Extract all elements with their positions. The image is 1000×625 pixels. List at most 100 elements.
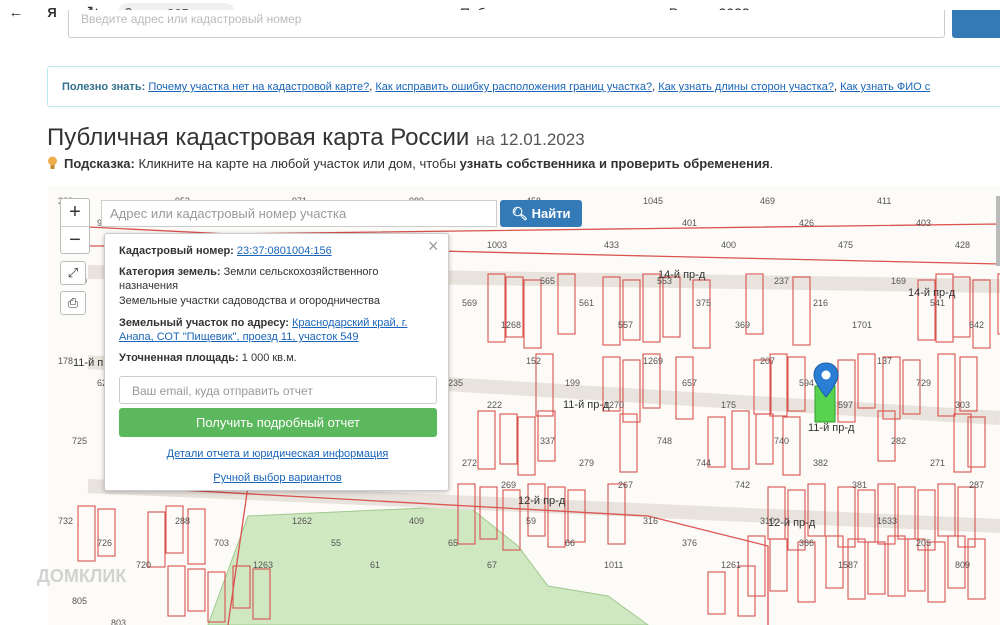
manual-link-wrap: Ручной выбор вариантов <box>105 472 450 484</box>
plot-number-label: 175 <box>721 400 736 410</box>
plot-6-1 <box>187 568 206 612</box>
manual-select-link[interactable]: Ручной выбор вариантов <box>213 472 341 484</box>
plot-4-10 <box>967 538 986 600</box>
land-category-label: Категория земель: <box>119 266 221 278</box>
plot-number-label: 569 <box>462 298 477 308</box>
search-icon: 🔍︎ <box>511 206 528 221</box>
address-row: Земельный участок по адресу: Краснодарск… <box>119 316 439 344</box>
info-link-missing-plot[interactable]: Почему участка нет на кадастровой карте? <box>148 81 369 93</box>
cad-number-label: Кадастровый номер: <box>119 245 234 257</box>
plot-number-label: 428 <box>955 240 970 250</box>
plot-number-label: 178 <box>58 356 73 366</box>
print-icon[interactable]: ⎙ <box>60 291 86 315</box>
plot-0-5 <box>622 279 641 341</box>
plot-number-label: 809 <box>955 560 970 570</box>
useful-label: Полезно знать: <box>62 81 146 93</box>
plot-number-label: 1701 <box>852 320 872 330</box>
plot-number-label: 557 <box>618 320 633 330</box>
plot-number-label: 316 <box>643 516 658 526</box>
info-link-side-lengths[interactable]: Как узнать длины сторон участка? <box>658 81 834 93</box>
plot-number-label: 1003 <box>487 240 507 250</box>
plot-number-label: 152 <box>526 356 541 366</box>
site-search-button[interactable] <box>952 10 1000 38</box>
info-link-owner-name[interactable]: Как узнать ФИО с <box>840 81 930 93</box>
plot-number-label: 1262 <box>292 516 312 526</box>
road-label: 11-й п <box>73 357 103 369</box>
plot-number-label: 541 <box>930 298 945 308</box>
plot-number-label: 1011 <box>604 560 623 570</box>
plot-5-2 <box>147 511 166 568</box>
find-button[interactable]: 🔍︎ Найти <box>500 200 582 227</box>
back-icon[interactable]: ← <box>8 5 24 21</box>
plot-number-label: 703 <box>214 538 229 548</box>
plot-number-label: 199 <box>565 378 580 388</box>
hint-label: Подсказка: <box>64 156 135 171</box>
plot-5-0 <box>77 505 96 562</box>
plot-2-0 <box>477 410 496 470</box>
road-label: 14-й пр-д <box>908 287 956 299</box>
plot-1-12 <box>937 353 956 417</box>
plot-number-label: 282 <box>891 436 906 446</box>
page-date: на 12.01.2023 <box>476 130 585 149</box>
cad-number-link[interactable]: 23:37:0801004:156 <box>237 245 332 257</box>
plot-number-label: 409 <box>409 516 424 526</box>
address-label: Земельный участок по адресу: <box>119 317 289 329</box>
plot-number-label: 403 <box>916 218 931 228</box>
plot-number-label: 375 <box>696 298 711 308</box>
details-link[interactable]: Детали отчета и юридическая информация <box>167 448 389 460</box>
page-scrollbar[interactable] <box>996 196 1000 266</box>
road-label: 14-й пр-д <box>658 269 706 281</box>
plot-number-label: 469 <box>760 196 775 206</box>
plot-number-label: 748 <box>657 436 672 446</box>
zoom-out-button[interactable]: − <box>61 226 89 253</box>
plot-number-label: 1263 <box>253 560 273 570</box>
plot-number-label: 366 <box>799 538 814 548</box>
plot-number-label: 433 <box>604 240 619 250</box>
plot-number-label: 369 <box>735 320 750 330</box>
site-search-input[interactable]: Введите адрес или кадастровый номер <box>68 10 945 38</box>
plot-2-6 <box>731 410 750 470</box>
plot-2-1 <box>499 413 518 465</box>
plot-number-label: 594 <box>799 378 814 388</box>
plot-2-4 <box>619 413 638 473</box>
email-input[interactable]: Ваш email, куда отправить отчет <box>119 376 437 404</box>
area-value: 1 000 кв.м. <box>241 352 297 364</box>
plot-number-label: 279 <box>579 458 594 468</box>
land-use-row: Земельные участки садоводства и огородни… <box>119 295 380 307</box>
plot-number-label: 565 <box>540 276 555 286</box>
plot-number-label: 475 <box>838 240 853 250</box>
plot-number-label: 1633 <box>877 516 897 526</box>
map-search-placeholder: Адрес или кадастровый номер участка <box>110 206 347 221</box>
map-search-input[interactable]: Адрес или кадастровый номер участка <box>101 200 497 227</box>
plot-number-label: 205 <box>916 538 931 548</box>
land-category-row: Категория земель: Земли сельскохозяйстве… <box>119 265 439 293</box>
plot-5-3 <box>165 505 184 554</box>
info-link-fix-borders[interactable]: Как исправить ошибку расположения границ… <box>375 81 652 93</box>
zoom-in-button[interactable]: + <box>61 199 89 226</box>
plot-5-4 <box>187 508 206 565</box>
get-report-button[interactable]: Получить подробный отчет <box>119 408 437 437</box>
plot-number-label: 597 <box>838 400 853 410</box>
fullscreen-icon[interactable]: ⤢ <box>60 261 86 285</box>
cad-number-row: Кадастровый номер: 23:37:0801004:156 <box>119 244 439 258</box>
plot-4-6 <box>887 535 906 597</box>
map-marker-icon[interactable] <box>813 362 839 398</box>
park-area <box>207 505 649 625</box>
page-title-text: Публичная кадастровая карта России <box>47 124 470 151</box>
plot-number-label: 287 <box>969 480 984 490</box>
plot-4-2 <box>797 541 816 603</box>
plot-number-label: 742 <box>735 480 750 490</box>
plot-0-2 <box>523 279 542 349</box>
road-label: 12-й пр-д <box>518 495 566 507</box>
plot-6-6 <box>737 565 756 617</box>
plot-number-label: 65 <box>448 538 458 548</box>
plot-number-label: 1269 <box>643 356 663 366</box>
yandex-icon[interactable]: Я <box>44 5 60 21</box>
site-search-placeholder: Введите адрес или кадастровый номер <box>81 12 302 26</box>
plot-4-5 <box>867 541 886 595</box>
plot-number-label: 725 <box>72 436 87 446</box>
plot-4-1 <box>769 538 788 592</box>
plot-number-label: 169 <box>891 276 906 286</box>
plot-6-5 <box>707 571 726 615</box>
plot-number-label: 720 <box>136 560 151 570</box>
